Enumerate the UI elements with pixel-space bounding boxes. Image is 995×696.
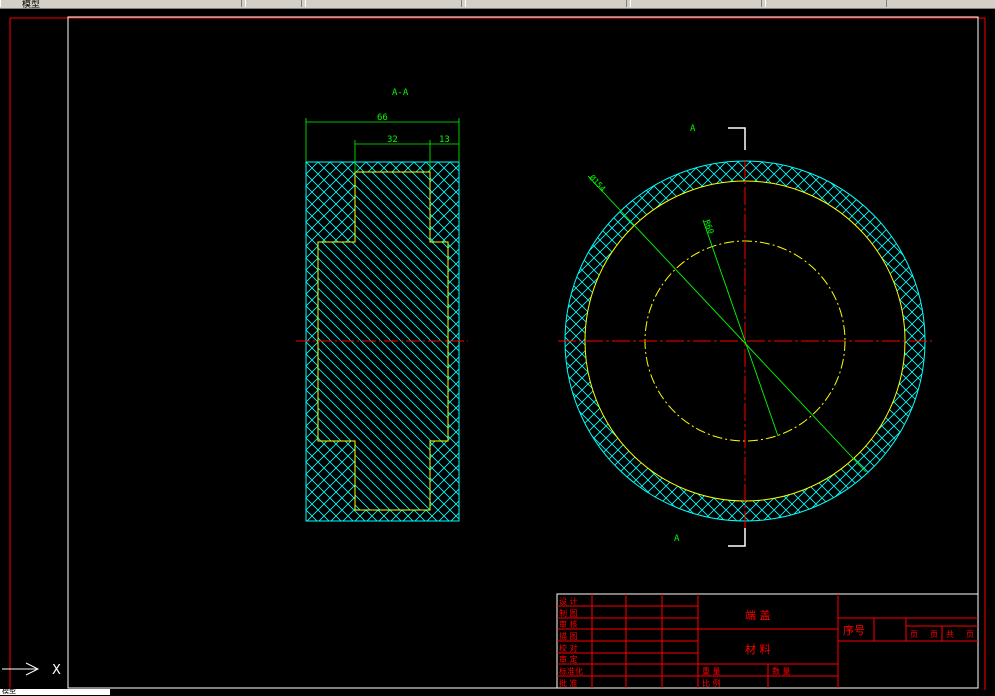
row-label-3: 描 图 xyxy=(559,631,578,641)
model-tab[interactable]: 模型 xyxy=(0,687,110,695)
sheet-label-0: 页 xyxy=(910,630,918,639)
row-label-5: 审 定 xyxy=(559,654,578,664)
dim-leader-radius xyxy=(702,219,779,437)
cut-plane-top xyxy=(728,127,746,150)
material-label: 材 料 xyxy=(745,642,771,656)
row-label-0: 设 计 xyxy=(559,596,578,606)
sheet-label-1: 页 xyxy=(930,630,938,639)
cut-marker-top: A xyxy=(690,124,696,134)
ucs-x-label: X xyxy=(52,663,61,678)
cut-plane-bottom xyxy=(728,528,746,547)
cut-marker-bottom: A xyxy=(674,534,680,544)
row-label-6: 标准化 xyxy=(559,666,583,676)
dim-outer-diameter: Ø154 xyxy=(588,173,609,194)
quantity-label: 数 量 xyxy=(772,666,791,676)
plotstyle-dropdown[interactable] xyxy=(765,0,887,7)
color-dropdown[interactable] xyxy=(305,0,462,7)
ucs-icon: X xyxy=(2,662,61,678)
sheet-label-3: 页 xyxy=(966,630,974,639)
dim-inner-radius: R60 xyxy=(702,219,715,236)
row-label-2: 审 核 xyxy=(559,619,578,629)
scale-label: 比 例 xyxy=(702,678,721,688)
sheet-label-2: 共 xyxy=(946,630,954,639)
dim-step-width: 13 xyxy=(439,135,450,145)
row-label-7: 批 准 xyxy=(559,678,578,688)
row-label-1: 制 图 xyxy=(559,608,578,618)
dim-total-width: 66 xyxy=(377,113,388,123)
weight-label: 重 量 xyxy=(702,666,721,676)
dim-leader-diameter xyxy=(587,175,867,473)
drawing-canvas[interactable]: A-A 66 32 13 A A Ø154 R60 端 盖 材 料 序号 页 页… xyxy=(0,8,995,695)
row-label-4: 校 对 xyxy=(559,643,578,653)
dim-inner-width: 32 xyxy=(387,135,398,145)
drawing-frame xyxy=(67,16,979,689)
part-name: 端 盖 xyxy=(745,608,771,622)
linetype-dropdown[interactable] xyxy=(465,0,627,7)
toolbar-buttons[interactable] xyxy=(245,0,302,7)
lineweight-dropdown[interactable] xyxy=(630,0,762,7)
section-label: A-A xyxy=(392,88,409,98)
serial-label: 序号 xyxy=(843,623,865,637)
